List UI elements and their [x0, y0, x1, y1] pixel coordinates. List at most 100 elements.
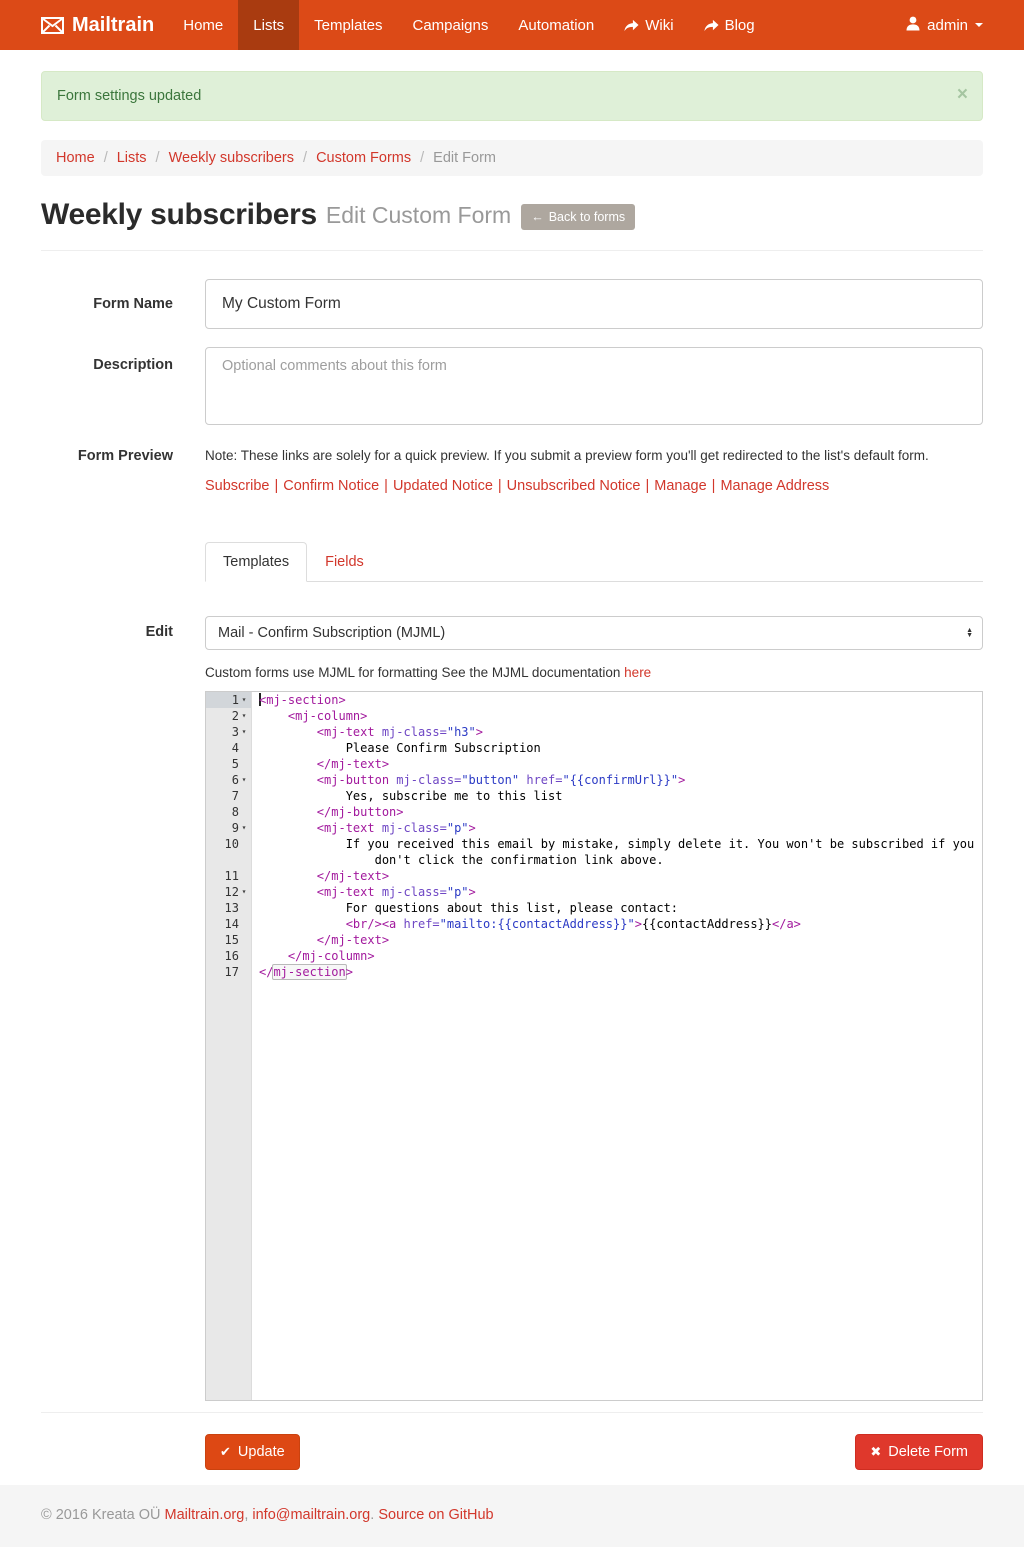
navbar: Mailtrain Home ListsTemplatesCampaignsAut…: [0, 0, 1024, 50]
code-token: [375, 885, 382, 899]
user-menu[interactable]: admin: [906, 0, 983, 50]
code-token: <mj-column>: [288, 709, 367, 723]
mjml-help-prefix: Custom forms use MJML for formatting See…: [205, 665, 624, 680]
code-line: Yes, subscribe me to this list: [251, 788, 562, 804]
fold-arrow-icon[interactable]: ▾: [239, 820, 249, 836]
tab-templates[interactable]: Templates: [205, 542, 307, 582]
gutter-cell: 6▾: [206, 772, 251, 788]
code-token: >: [346, 965, 353, 979]
nav-item-label: Home: [183, 17, 223, 34]
link-separator: |: [269, 478, 283, 494]
nav-item-label: Blog: [725, 17, 755, 34]
brand-name: Mailtrain: [72, 14, 154, 37]
breadcrumb-link-weekly-subscribers[interactable]: Weekly subscribers: [169, 150, 294, 166]
footer-link-info-mailtrain-org[interactable]: info@mailtrain.org: [252, 1507, 370, 1523]
code-line: </mj-button>: [251, 804, 404, 820]
gutter-cell: 5: [206, 756, 251, 772]
code-editor[interactable]: 1▾<mj-section>2▾ <mj-column>3▾ <mj-text …: [205, 691, 983, 1401]
close-icon[interactable]: ×: [957, 85, 968, 104]
code-token: "h3": [447, 725, 476, 739]
fold-arrow-icon[interactable]: ▾: [239, 692, 249, 708]
nav-item-wiki[interactable]: Wiki: [609, 0, 688, 50]
page-title: Weekly subscribers: [41, 198, 317, 232]
code-token: <mj-text: [317, 885, 375, 899]
link-separator: |: [640, 478, 654, 494]
brand-logo[interactable]: Mailtrain: [41, 0, 154, 50]
code-line: Please Confirm Subscription: [251, 740, 541, 756]
preview-link-subscribe[interactable]: Subscribe: [205, 478, 269, 494]
gutter-cell: 13: [206, 900, 251, 916]
line-number: 17: [225, 964, 239, 980]
code-token: <mj-text: [317, 725, 375, 739]
line-number: 7: [232, 788, 239, 804]
line-number: 16: [225, 948, 239, 964]
code-row: 4 Please Confirm Subscription: [206, 740, 982, 756]
fold-arrow-icon[interactable]: ▾: [239, 884, 249, 900]
page-header: Weekly subscribers Edit Custom Form ← Ba…: [41, 198, 983, 251]
preview-link-updated-notice[interactable]: Updated Notice: [393, 478, 493, 494]
line-number: 9: [232, 820, 239, 836]
code-token: Yes, subscribe me to this list: [259, 789, 562, 803]
code-token: >: [469, 821, 476, 835]
fold-arrow-icon[interactable]: ▾: [239, 708, 249, 724]
description-label: Description: [41, 347, 173, 425]
code-row: 5 </mj-text>: [206, 756, 982, 772]
form-name-input[interactable]: [205, 279, 983, 329]
delete-form-button[interactable]: ✖ Delete Form: [855, 1434, 983, 1470]
footer-link-mailtrain-org[interactable]: Mailtrain.org: [165, 1507, 245, 1523]
link-separator: |: [493, 478, 507, 494]
code-token: [259, 709, 288, 723]
code-token: >: [678, 773, 685, 787]
code-line: <mj-section>: [251, 692, 346, 708]
code-row: 17</mj-section>: [206, 964, 982, 980]
preview-link-manage-address[interactable]: Manage Address: [720, 478, 829, 494]
code-token: [259, 821, 317, 835]
gutter-cell: 3▾: [206, 724, 251, 740]
nav-item-campaigns[interactable]: Campaigns: [397, 0, 503, 50]
tab-bar: TemplatesFields: [205, 542, 983, 582]
fold-arrow-icon[interactable]: ▾: [239, 772, 249, 788]
fold-arrow-icon[interactable]: ▾: [239, 724, 249, 740]
code-token: <mj-section>: [259, 693, 346, 707]
code-token: href=: [404, 917, 440, 931]
code-token: "p": [447, 885, 469, 899]
nav-item-lists[interactable]: Lists: [238, 0, 299, 50]
gutter-cell: 1▾: [206, 692, 251, 708]
preview-link-confirm-notice[interactable]: Confirm Notice: [283, 478, 379, 494]
line-number: 1: [232, 692, 239, 708]
template-select[interactable]: Mail - Confirm Subscription (MJML): [205, 616, 983, 650]
code-line: For questions about this list, please co…: [251, 900, 678, 916]
breadcrumb-link-lists[interactable]: Lists: [117, 150, 147, 166]
back-to-forms-button[interactable]: ← Back to forms: [521, 204, 635, 230]
link-separator: |: [707, 478, 721, 494]
breadcrumb-separator: /: [411, 150, 433, 166]
code-token: </mj-button>: [317, 805, 404, 819]
preview-link-unsubscribed-notice[interactable]: Unsubscribed Notice: [507, 478, 641, 494]
code-token: "button": [461, 773, 519, 787]
code-token: mj-class=: [396, 773, 461, 787]
line-number: 3: [232, 724, 239, 740]
code-line: </mj-text>: [251, 756, 389, 772]
nav-item-blog[interactable]: Blog: [689, 0, 770, 50]
page-subtitle: Edit Custom Form: [326, 202, 511, 229]
line-number: 13: [225, 900, 239, 916]
tab-fields[interactable]: Fields: [307, 542, 382, 582]
code-token: >: [476, 725, 483, 739]
code-token: "mailto:{{contactAddress}}": [440, 917, 635, 931]
update-button[interactable]: ✔ Update: [205, 1434, 300, 1470]
code-token: [259, 869, 317, 883]
form-name-label: Form Name: [41, 279, 173, 329]
code-token: [375, 725, 382, 739]
breadcrumb-link-home[interactable]: Home: [56, 150, 95, 166]
footer-link-source-on-github[interactable]: Source on GitHub: [378, 1507, 493, 1523]
code-line: <mj-text mj-class="p">: [251, 820, 476, 836]
breadcrumb-link-custom-forms[interactable]: Custom Forms: [316, 150, 411, 166]
nav-item-templates[interactable]: Templates: [299, 0, 397, 50]
description-textarea[interactable]: [205, 347, 983, 425]
nav-item-automation[interactable]: Automation: [503, 0, 609, 50]
preview-link-manage[interactable]: Manage: [654, 478, 706, 494]
nav-item-home[interactable]: Home: [168, 0, 238, 50]
code-token: >: [469, 885, 476, 899]
gutter-cell: 15: [206, 932, 251, 948]
mjml-docs-link[interactable]: here: [624, 665, 651, 680]
